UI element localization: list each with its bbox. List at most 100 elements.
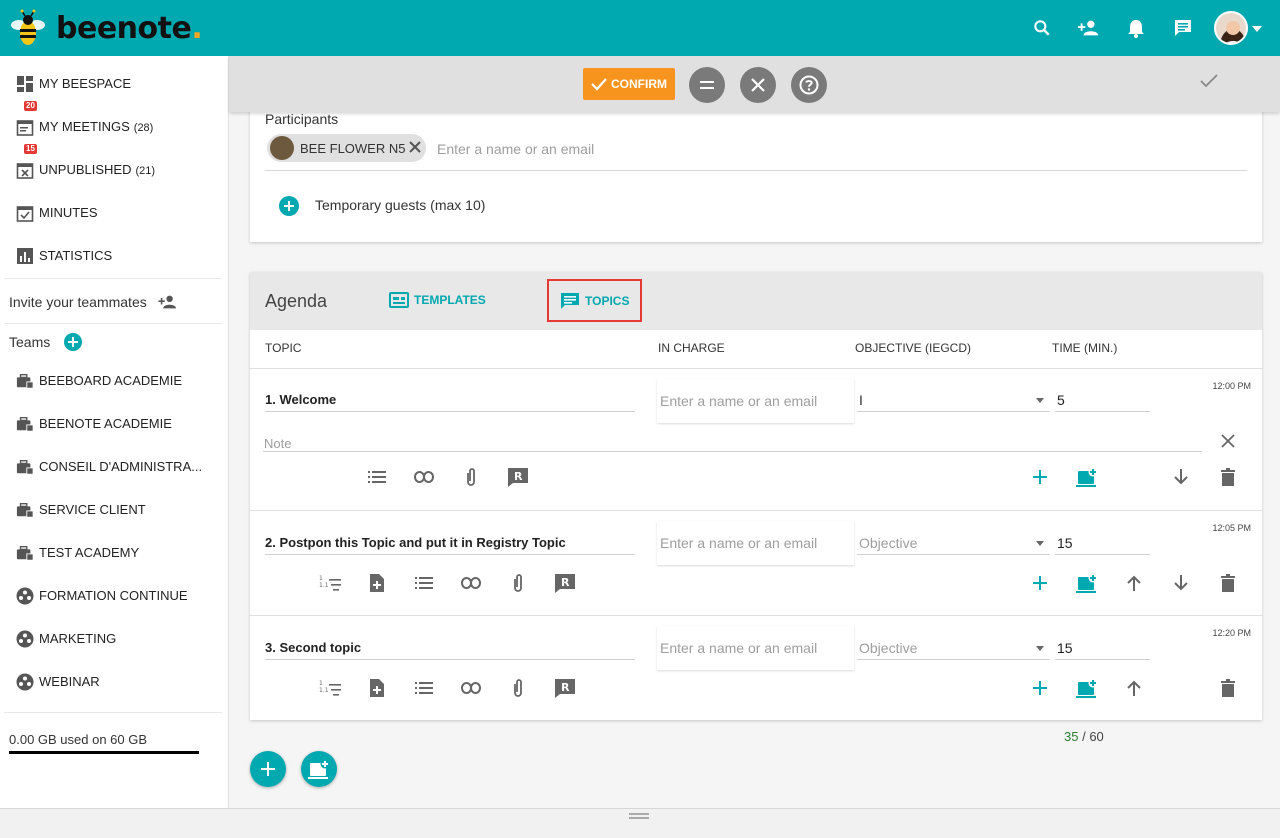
note-input[interactable]: Note [264, 436, 291, 451]
avatar[interactable] [1214, 11, 1248, 45]
main-content: Participants BEE FLOWER N5 Enter a name … [229, 112, 1280, 808]
chevron-down-icon[interactable] [1252, 19, 1262, 37]
arrow-up-icon[interactable] [1123, 572, 1145, 594]
close-note-icon[interactable] [1217, 430, 1239, 452]
team-item-conseil[interactable]: CONSEIL D'ADMINISTRA... [0, 445, 229, 488]
add-document-icon[interactable] [366, 677, 388, 699]
agenda-header: Agenda TEMPLATES TOPICS [250, 272, 1262, 330]
add-topic-after-icon[interactable] [1076, 677, 1098, 699]
arrow-up-icon[interactable] [1123, 677, 1145, 699]
sidebar: MY BEESPACE 20 MY MEETINGS (28) 15 UNPUBL… [0, 56, 229, 808]
tab-templates[interactable]: TEMPLATES [389, 292, 486, 308]
team-item-marketing[interactable]: MARKETING [0, 617, 229, 660]
save-check-icon[interactable] [1200, 74, 1218, 93]
team-item-service-client[interactable]: SERVICE CLIENT [0, 488, 229, 531]
time-input[interactable]: 15 [1057, 640, 1073, 656]
numbered-list-icon[interactable]: 1 1.1 [319, 677, 341, 699]
topic-title[interactable]: 2. Postpon this Topic and put it in Regi… [265, 535, 566, 550]
delete-icon[interactable] [1217, 466, 1239, 488]
beenote-logo[interactable]: beenote. [8, 0, 203, 56]
help-button[interactable] [791, 67, 827, 103]
arrow-down-icon[interactable] [1170, 466, 1192, 488]
svg-text:R: R [561, 576, 570, 589]
registry-icon[interactable]: R [507, 466, 529, 488]
attachment-icon[interactable] [507, 572, 529, 594]
sidebar-item-unpublished[interactable]: 15 UNPUBLISHED (21) [0, 144, 229, 191]
time-used: 35 [1064, 729, 1079, 744]
sidebar-item-my-beespace[interactable]: MY BEESPACE [0, 62, 229, 105]
remove-participant-icon[interactable] [408, 140, 422, 157]
svg-text:1.1: 1.1 [319, 582, 329, 589]
team-item-webinar[interactable]: WEBINAR [0, 660, 229, 703]
add-person-icon [158, 295, 176, 309]
chevron-down-icon[interactable] [1036, 541, 1044, 546]
bell-icon[interactable] [1112, 0, 1159, 56]
topic-title[interactable]: 3. Second topic [265, 640, 361, 655]
in-charge-input[interactable]: Enter a name or an email [657, 379, 854, 423]
add-topic-button[interactable] [250, 751, 286, 787]
topic-underline [265, 554, 635, 555]
add-topic-block-button[interactable] [301, 751, 337, 787]
chevron-down-icon[interactable] [1036, 398, 1044, 403]
add-subtopic-icon[interactable] [1029, 677, 1051, 699]
sidebar-item-my-meetings[interactable]: 20 MY MEETINGS (28) [0, 101, 229, 148]
list-icon[interactable] [366, 466, 388, 488]
participant-search-input[interactable]: Enter a name or an email [437, 141, 594, 157]
registry-icon[interactable]: R [554, 677, 576, 699]
link-icon[interactable] [460, 572, 482, 594]
add-topic-after-icon[interactable] [1076, 466, 1098, 488]
agenda-card: Agenda TEMPLATES TOPICS TOPIC IN CHARGE … [250, 272, 1262, 720]
calendar-check-icon [16, 205, 34, 222]
list-icon[interactable] [413, 572, 435, 594]
sidebar-item-statistics[interactable]: STATISTICS [0, 234, 229, 277]
topic-title[interactable]: 1. Welcome [265, 392, 336, 407]
add-subtopic-icon[interactable] [1029, 466, 1051, 488]
add-person-icon[interactable] [1065, 0, 1112, 56]
objective-select[interactable]: Objective [859, 535, 917, 551]
in-charge-input[interactable]: Enter a name or an email [657, 626, 854, 670]
list-icon[interactable] [413, 677, 435, 699]
delete-icon[interactable] [1217, 677, 1239, 699]
participant-chip[interactable]: BEE FLOWER N5 [267, 134, 427, 162]
sidebar-item-minutes[interactable]: MINUTES [0, 191, 229, 234]
objective-select[interactable]: Objective [859, 640, 917, 656]
chat-icon[interactable] [1159, 0, 1206, 56]
logo-text: beenote. [56, 10, 203, 46]
attachment-icon[interactable] [460, 466, 482, 488]
invite-label: Invite your teammates [9, 294, 147, 310]
attachment-icon[interactable] [507, 677, 529, 699]
group-icon [16, 630, 34, 647]
equal-button[interactable] [689, 67, 725, 103]
arrow-down-icon[interactable] [1170, 572, 1192, 594]
time-input[interactable]: 15 [1057, 535, 1073, 551]
registry-icon[interactable]: R [554, 572, 576, 594]
time-input[interactable]: 5 [1057, 392, 1065, 408]
storage-usage: 0.00 GB used on 60 GB [9, 732, 148, 747]
sidebar-item-label: MY BEESPACE [39, 76, 131, 91]
objective-select[interactable]: I [859, 392, 863, 408]
numbered-list-icon[interactable]: 1 1.1 [319, 572, 341, 594]
team-item-beenote-academie[interactable]: BEENOTE ACADEMIE [0, 402, 229, 445]
add-subtopic-icon[interactable] [1029, 572, 1051, 594]
invite-teammates[interactable]: Invite your teammates [9, 294, 179, 310]
search-icon[interactable] [1018, 0, 1065, 56]
add-topic-after-icon[interactable] [1076, 572, 1098, 594]
team-item-beeboard-academie[interactable]: BEEBOARD ACADEMIE [0, 359, 229, 402]
in-charge-input[interactable]: Enter a name or an email [657, 521, 854, 565]
cancel-button[interactable] [740, 67, 776, 103]
team-item-test-academy[interactable]: TEST ACADEMY [0, 531, 229, 574]
team-item-formation-continue[interactable]: FORMATION CONTINUE [0, 574, 229, 617]
add-guest-button[interactable] [279, 196, 299, 216]
unpublished-count: (21) [135, 165, 156, 177]
link-icon[interactable] [460, 677, 482, 699]
resize-handle[interactable] [629, 813, 649, 819]
chevron-down-icon[interactable] [1036, 646, 1044, 651]
confirm-button[interactable]: CONFIRM [583, 68, 675, 100]
bottom-bar [0, 808, 1280, 838]
input-underline [265, 170, 1247, 171]
delete-icon[interactable] [1217, 572, 1239, 594]
add-team-button[interactable] [64, 333, 83, 351]
team-label: TEST ACADEMY [39, 545, 140, 560]
add-document-icon[interactable] [366, 572, 388, 594]
link-icon[interactable] [413, 466, 435, 488]
